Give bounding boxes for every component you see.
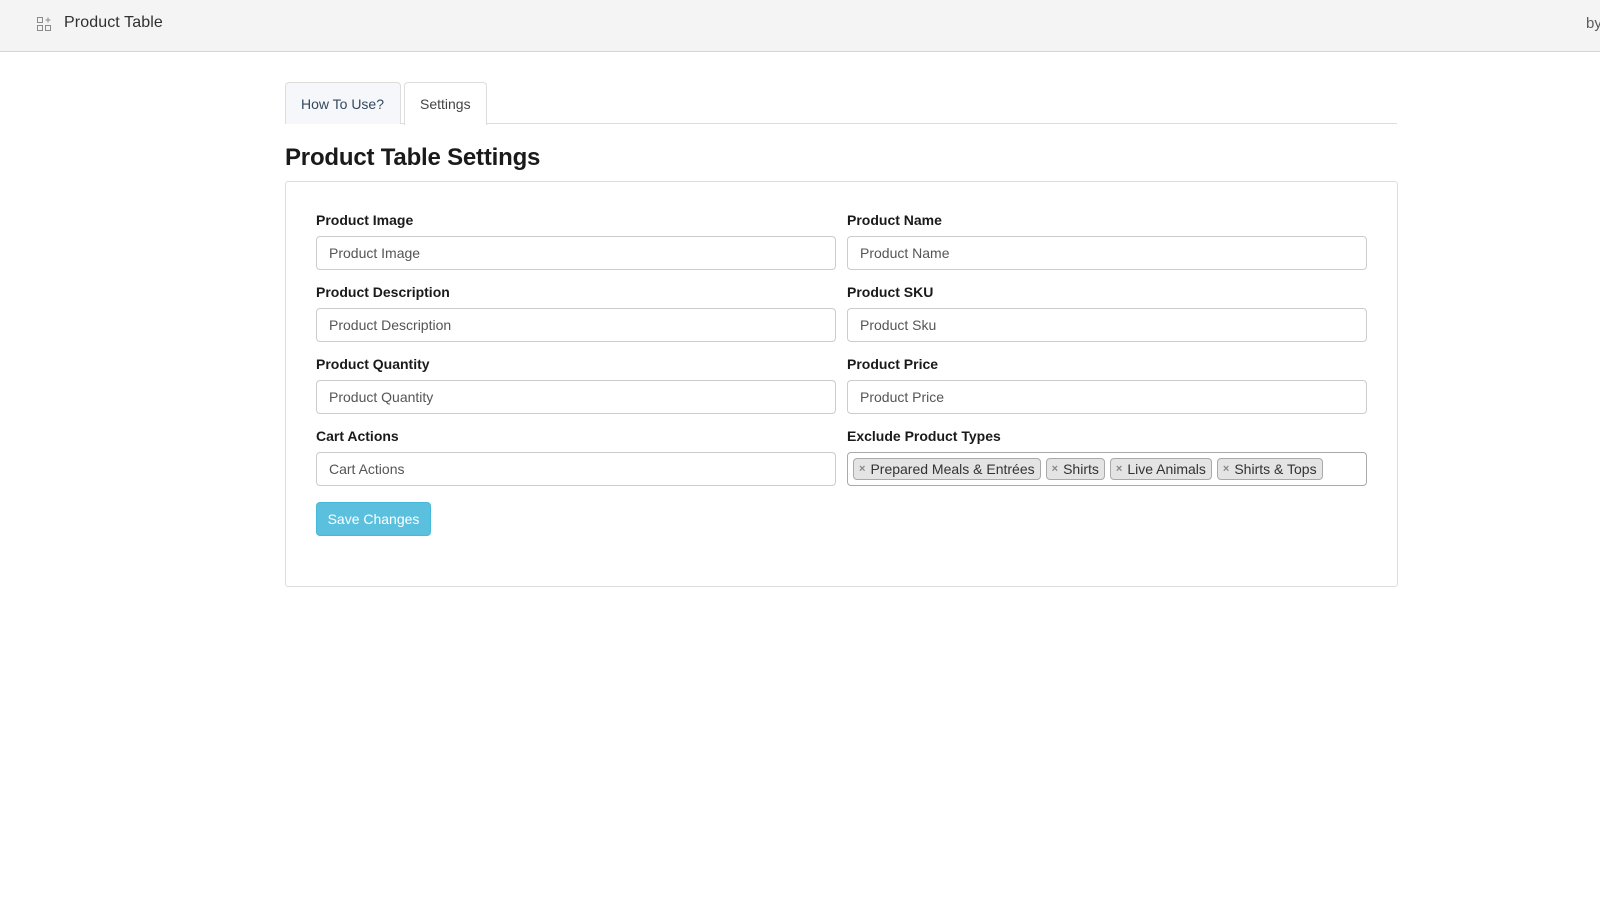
tag-label: Prepared Meals & Entrées	[870, 461, 1035, 477]
top-bar: Product Table by	[0, 0, 1600, 52]
field-label: Exclude Product Types	[847, 428, 1001, 444]
apps-add-icon	[37, 17, 51, 31]
product-name-input[interactable]	[847, 236, 1367, 270]
selected-tag: × Prepared Meals & Entrées	[853, 458, 1041, 480]
product-description-input[interactable]	[316, 308, 836, 342]
field-product-price: Product Price	[847, 356, 1367, 414]
tab-bar: How To Use? Settings	[285, 82, 1397, 125]
author-credit: by	[1586, 15, 1600, 32]
tab-settings[interactable]: Settings	[404, 82, 487, 125]
field-product-sku: Product SKU	[847, 284, 1367, 342]
field-product-description: Product Description	[316, 284, 836, 342]
field-cart-actions: Cart Actions	[316, 428, 836, 486]
product-sku-input[interactable]	[847, 308, 1367, 342]
product-price-input[interactable]	[847, 380, 1367, 414]
field-exclude-product-types: Exclude Product Types × Prepared Meals &…	[847, 428, 1367, 486]
selected-tag: × Live Animals	[1109, 458, 1212, 480]
field-label: Product Quantity	[316, 356, 430, 372]
remove-tag-icon[interactable]: ×	[1052, 463, 1058, 475]
product-image-input[interactable]	[316, 236, 836, 270]
settings-panel: Product Image Product Name Product Descr…	[285, 181, 1398, 587]
field-label: Product Price	[847, 356, 939, 372]
page-title: Product Table Settings	[285, 144, 541, 171]
product-quantity-input[interactable]	[316, 380, 836, 414]
field-label: Product Name	[847, 212, 942, 228]
tag-label: Shirts	[1063, 461, 1099, 477]
field-label: Product SKU	[847, 284, 934, 300]
selected-tag: × Shirts & Tops	[1216, 458, 1323, 480]
remove-tag-icon[interactable]: ×	[1223, 463, 1229, 475]
field-product-quantity: Product Quantity	[316, 356, 836, 414]
save-changes-button[interactable]: Save Changes	[316, 502, 431, 536]
tag-label: Shirts & Tops	[1234, 461, 1317, 477]
field-label: Cart Actions	[316, 428, 399, 444]
field-label: Product Description	[316, 284, 450, 300]
cart-actions-input[interactable]	[316, 452, 836, 486]
field-product-name: Product Name	[847, 212, 1367, 270]
app-title: Product Table	[64, 14, 163, 31]
field-product-image: Product Image	[316, 212, 836, 270]
tag-label: Live Animals	[1127, 461, 1206, 477]
settings-form: Product Image Product Name Product Descr…	[316, 212, 1367, 486]
remove-tag-icon[interactable]: ×	[859, 463, 865, 475]
exclude-product-types-select[interactable]: × Prepared Meals & Entrées × Shirts × Li…	[847, 452, 1367, 486]
field-label: Product Image	[316, 212, 414, 228]
remove-tag-icon[interactable]: ×	[1116, 463, 1122, 475]
selected-tag: × Shirts	[1045, 458, 1105, 480]
tab-how-to-use[interactable]: How To Use?	[285, 82, 401, 124]
main-content: How To Use? Settings Product Table Setti…	[285, 82, 1398, 587]
